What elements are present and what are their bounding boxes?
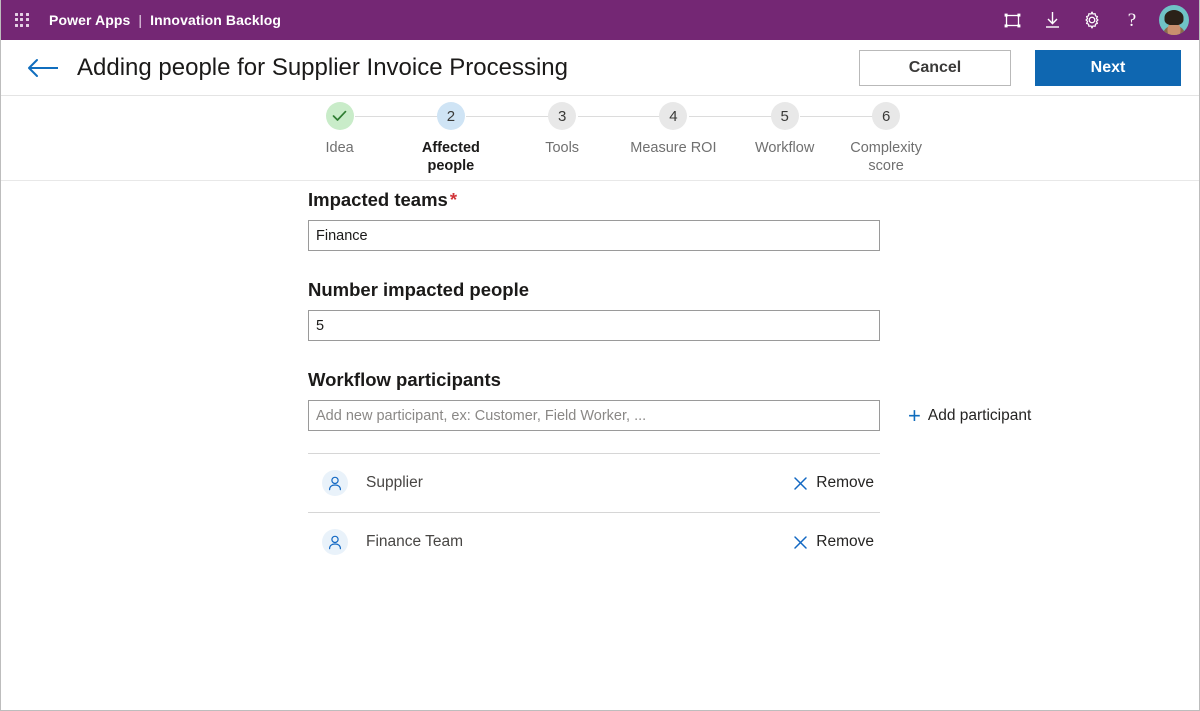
step-label-5: Workflow <box>754 140 815 156</box>
step-label-1: Idea <box>325 140 354 156</box>
workflow-participants-label: Workflow participants <box>308 369 501 390</box>
step-connector <box>577 116 664 117</box>
impacted-teams-label: Impacted teams * <box>308 189 1048 211</box>
cancel-button[interactable]: Cancel <box>859 49 1011 86</box>
close-x-icon <box>793 535 808 550</box>
avatar-hair <box>1164 9 1184 25</box>
step-indicator-2: 2 <box>436 102 465 130</box>
step-connector <box>355 116 441 117</box>
participants-list: Supplier Remove Finance Team Remove <box>308 453 880 571</box>
person-icon <box>322 470 348 496</box>
number-impacted-people-input[interactable] <box>308 310 880 341</box>
step-label-4: Measure ROI <box>630 140 717 156</box>
new-participant-input[interactable] <box>308 400 880 431</box>
field-group-workflow-participants: Workflow participants + Add participant <box>308 369 1048 571</box>
step-complexity-score[interactable]: 6 Complexity score <box>840 96 932 175</box>
app-launcher-grid-icon[interactable] <box>7 5 37 35</box>
settings-gear-icon[interactable] <box>1079 7 1105 33</box>
step-workflow[interactable]: 5 Workflow <box>729 96 886 175</box>
person-icon <box>322 529 348 555</box>
help-icon[interactable]: ? <box>1119 7 1145 33</box>
field-group-number-impacted-people: Number impacted people <box>308 279 1048 341</box>
page-header: Adding people for Supplier Invoice Proce… <box>1 40 1199 96</box>
participant-row[interactable]: Supplier Remove <box>308 454 880 512</box>
product-name: Power Apps <box>49 12 131 28</box>
add-participant-button[interactable]: + Add participant <box>908 402 1032 428</box>
next-button[interactable]: Next <box>1035 49 1181 86</box>
remove-participant-button[interactable]: Remove <box>793 533 874 551</box>
close-x-icon <box>793 476 808 491</box>
step-label-3: Tools <box>545 140 580 156</box>
form-container: Impacted teams* Number impacted people W… <box>308 189 1048 597</box>
user-avatar[interactable] <box>1159 5 1189 35</box>
wizard-stepper: Idea 2 Affected people 3 Tools 4 Measure… <box>1 96 1199 181</box>
field-group-impacted-teams: Impacted teams * <box>308 189 1048 251</box>
fit-to-screen-icon[interactable] <box>999 7 1025 33</box>
number-impacted-people-label: Number impacted people <box>308 279 530 300</box>
step-indicator-1 <box>325 102 354 130</box>
add-participant-row: + Add participant <box>308 400 1048 431</box>
step-connector <box>466 116 553 117</box>
step-idea[interactable]: Idea <box>284 96 441 175</box>
step-indicator-4: 4 <box>659 102 688 130</box>
back-arrow-icon[interactable] <box>23 51 63 85</box>
step-tools[interactable]: 3 Tools <box>507 96 664 175</box>
participant-name: Supplier <box>366 474 423 491</box>
topbar-icon-group: ? <box>999 5 1189 35</box>
remove-participant-button[interactable]: Remove <box>793 474 874 492</box>
step-indicator-5: 5 <box>770 102 799 130</box>
step-label-6: Complexity score <box>850 140 922 174</box>
required-asterisk: * <box>449 189 458 210</box>
add-participant-label: Add participant <box>927 406 1032 424</box>
step-measure-roi[interactable]: 4 Measure ROI <box>618 96 775 175</box>
download-icon[interactable] <box>1039 7 1065 33</box>
brand-area[interactable]: Power Apps | Innovation Backlog <box>49 12 281 28</box>
step-affected-people[interactable]: 2 Affected people <box>395 96 553 175</box>
help-question-mark: ? <box>1127 9 1137 31</box>
participant-row[interactable]: Finance Team Remove <box>308 513 880 571</box>
remove-label: Remove <box>816 474 874 491</box>
step-indicator-3: 3 <box>548 102 577 130</box>
step-label-2: Affected people <box>421 140 480 174</box>
impacted-teams-input[interactable] <box>308 220 880 251</box>
page-title: Adding people for Supplier Invoice Proce… <box>77 53 568 81</box>
waffle-dots <box>14 12 30 28</box>
impacted-teams-label-text: Impacted teams <box>308 189 448 210</box>
participant-name: Finance Team <box>366 533 464 550</box>
stepper-track: Idea 2 Affected people 3 Tools 4 Measure… <box>284 96 932 175</box>
brand-separator: | <box>138 12 143 28</box>
plus-icon: + <box>908 402 921 428</box>
step-connector <box>688 116 775 117</box>
form-body: Impacted teams* Number impacted people W… <box>1 181 1199 710</box>
step-indicator-6: 6 <box>872 102 901 130</box>
app-window: Power Apps | Innovation Backlog ? Adding… <box>0 0 1200 711</box>
power-apps-top-bar: Power Apps | Innovation Backlog ? <box>1 0 1199 40</box>
remove-label: Remove <box>816 533 874 550</box>
app-name: Innovation Backlog <box>150 12 282 28</box>
